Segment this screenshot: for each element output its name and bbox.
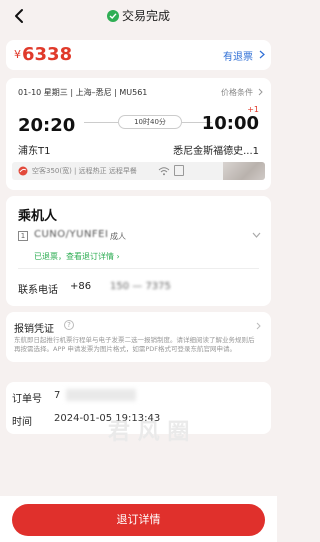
bottom-action-bar: 退订详情 [0,496,277,542]
watermark: 君 风 圈 [108,420,190,445]
refund-details-button[interactable]: 退订详情 [12,504,265,536]
currency-symbol: ¥ [14,48,21,61]
passenger-card: 乘机人 1 CUNO/YUNFEI 成人 已退票，查看退订详情 › 联系电话 +… [6,196,271,306]
phone-country-code: +86 [70,281,92,292]
chevron-right-icon [258,88,263,96]
order-number-label: 订单号 [12,394,42,405]
top-bar: 交易完成 [0,0,277,34]
route-line [84,122,118,123]
aircraft-info-text: 空客350(宽) | 远程热正 远程早餐 [32,167,137,175]
chevron-right-icon [259,50,265,59]
status-title: 交易完成 [121,9,170,23]
flight-duration: 10时40分 [118,115,182,129]
refund-link[interactable]: 有退票 [223,48,253,63]
receipt-description: 东航即日起推行机票行程单与电子发票二选一报销制度。请详细阅读了解业务规则后再按需… [14,336,255,353]
divider [18,268,259,269]
aircraft-info-bar: 空客350(宽) | 远程热正 远程早餐 [12,162,265,180]
chevron-right-icon [256,322,261,330]
flight-card[interactable]: 01-10 星期三 | 上海–悉尼 | MU561 价格条件 20:20 10时… [6,78,271,190]
departure-airport: 浦东T1 [18,146,51,157]
flight-meta: 01-10 星期三 | 上海–悉尼 | MU561 [18,88,148,97]
arrival-airport: 悉尼金斯福德史...1 [173,146,259,157]
price-conditions-link[interactable]: 价格条件 [221,87,253,98]
price-amount: 6338 [22,44,73,65]
passenger-index: 1 [18,231,28,241]
check-circle-icon [106,10,119,22]
redacted-order-number [66,389,136,401]
price-card: ¥6338 有退票 [6,40,271,70]
passenger-name: CUNO/YUNFEI [34,229,109,240]
arrival-time: 10:00 [201,113,259,134]
airline-logo-icon [18,166,28,176]
page-title: 交易完成 [0,7,277,24]
passenger-section-title: 乘机人 [18,209,58,224]
wifi-icon [158,167,170,176]
aircraft-image [223,162,265,180]
contact-phone-label: 联系电话 [18,285,58,296]
phone-number: 150 — 7375 [110,281,171,292]
entertainment-icon [174,165,184,176]
help-icon[interactable]: ? [64,320,74,330]
chevron-down-icon[interactable] [252,232,261,238]
receipt-card[interactable]: 报销凭证 ? 东航即日起推行机票行程单与电子发票二选一报销制度。请详细阅读了解业… [6,312,271,362]
total-price: ¥6338 [14,44,72,65]
order-time-label: 时间 [12,417,32,428]
passenger-type: 成人 [110,232,126,241]
ticket-status-link[interactable]: 已退票，查看退订详情 › [34,251,120,262]
departure-time: 20:20 [18,115,76,136]
receipt-title: 报销凭证 [14,324,54,335]
order-number: 7 [54,390,61,401]
